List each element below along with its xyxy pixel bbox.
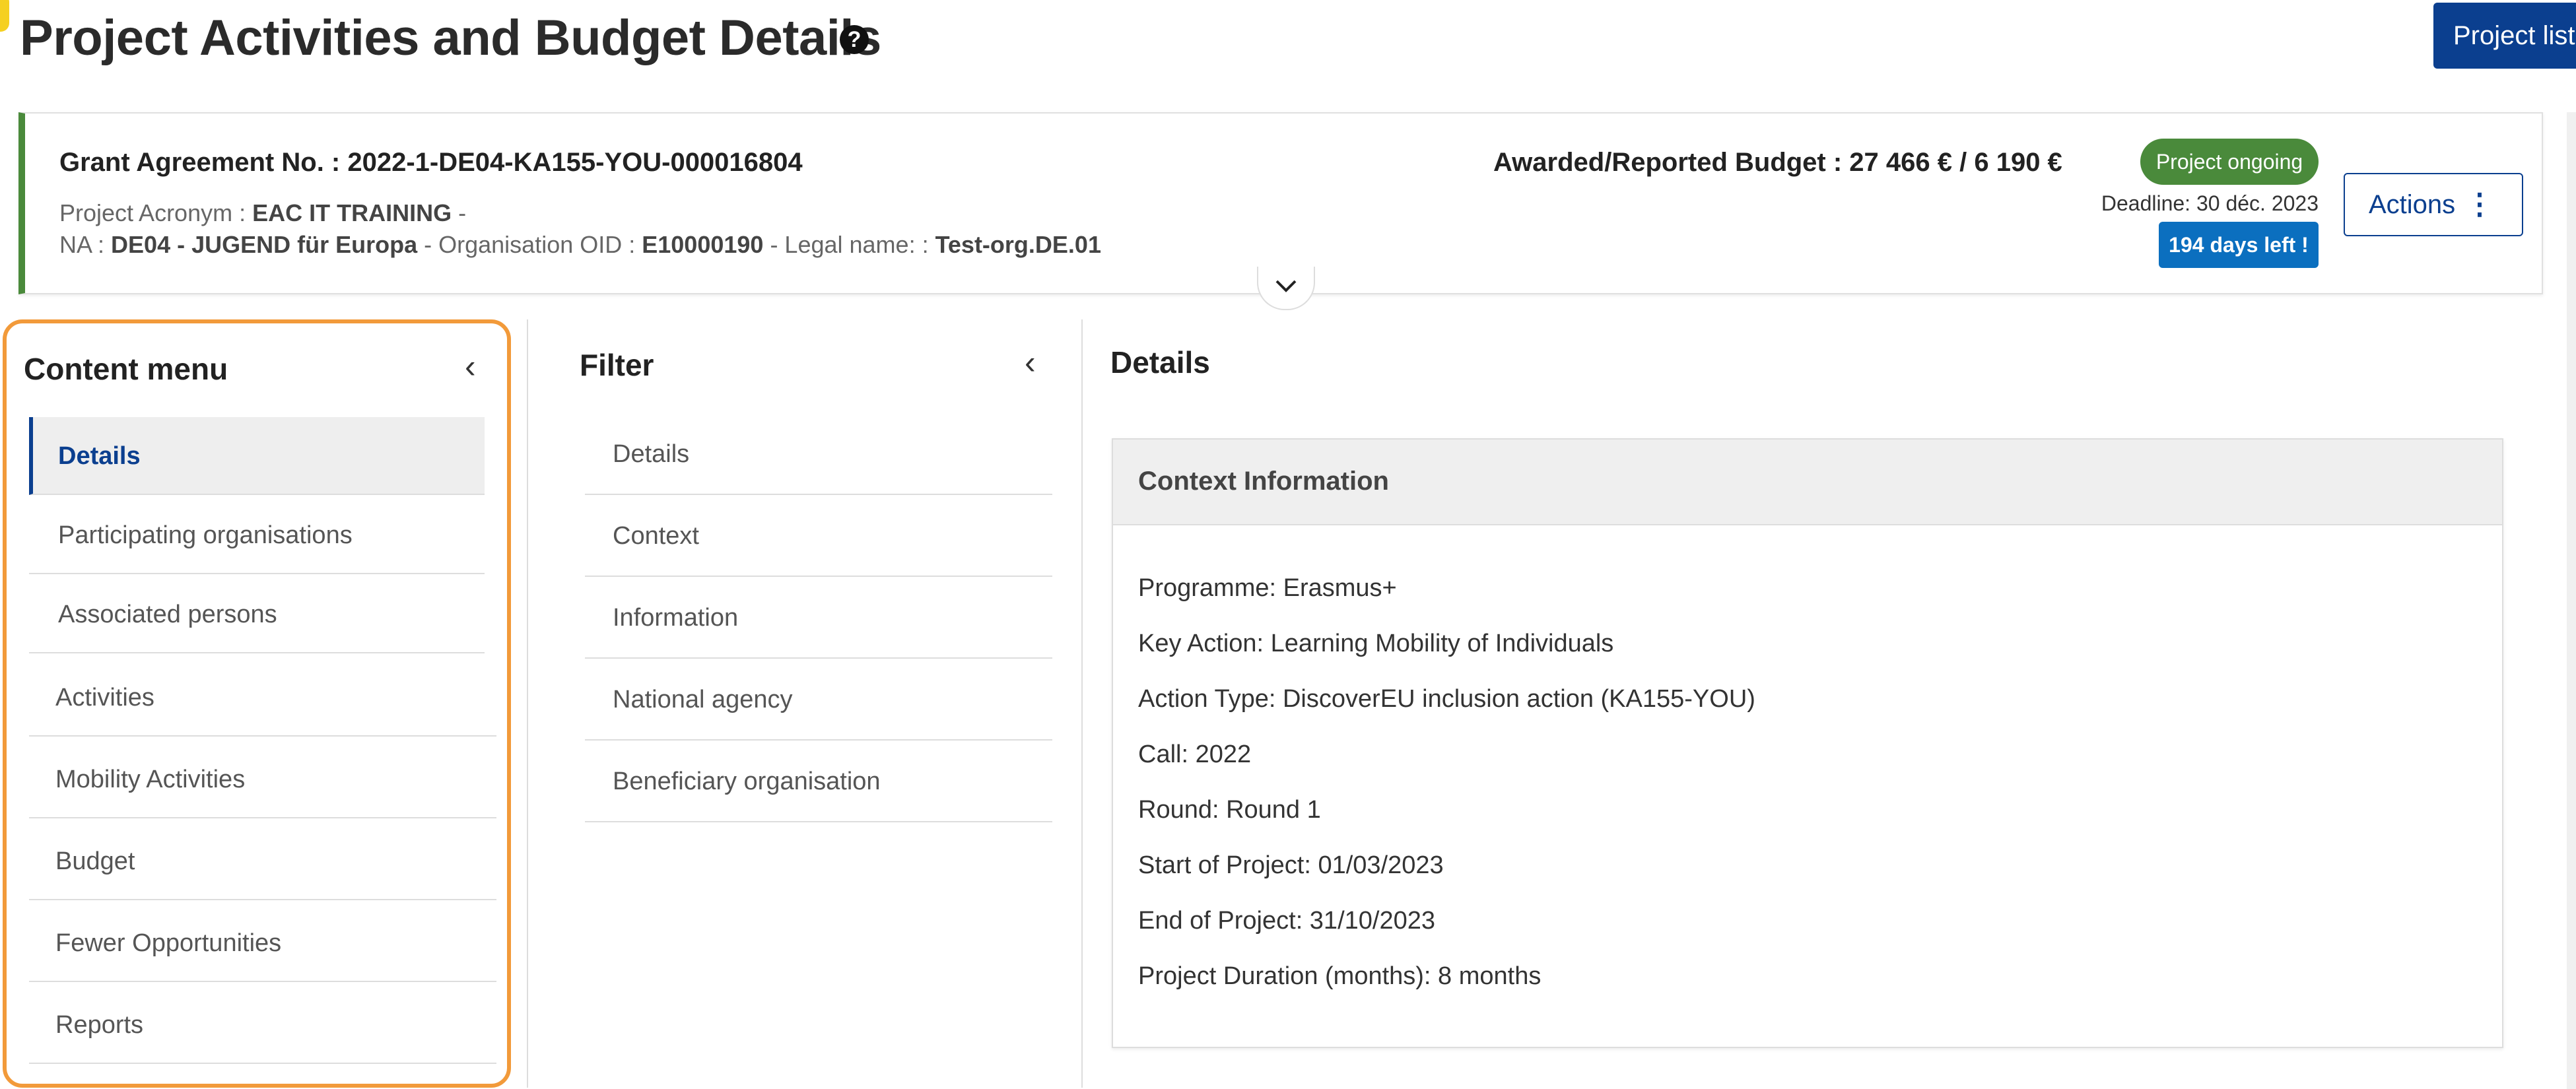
grant-agreement: Grant Agreement No. : 2022-1-DE04-KA155-…: [59, 148, 803, 177]
content-menu: Content menu ‹ Details Participating org…: [3, 319, 511, 1088]
project-list-button[interactable]: Project list: [2433, 3, 2576, 69]
actions-button[interactable]: Actions ⋮: [2344, 173, 2523, 236]
content-menu-title: Content menu: [24, 352, 228, 386]
expand-button[interactable]: [1257, 267, 1315, 310]
context-line: Key Action: Learning Mobility of Individ…: [1138, 630, 1614, 657]
budget-summary: Awarded/Reported Budget : 27 466 € / 6 1…: [1493, 148, 2062, 177]
filter-item-details[interactable]: Details: [585, 413, 1052, 495]
context-line: Call: 2022: [1138, 741, 1252, 768]
national-agency-line: NA : DE04 - JUGEND für Europa - Organisa…: [59, 231, 1101, 258]
menu-item-participating-organisations[interactable]: Participating organisations: [29, 496, 485, 574]
filter-item-beneficiary-organisation[interactable]: Beneficiary organisation: [585, 741, 1052, 822]
context-line: Programme: Erasmus+: [1138, 574, 1397, 602]
context-information-card: Context Information Programme: Erasmus+ …: [1112, 438, 2503, 1048]
context-line: End of Project: 31/10/2023: [1138, 907, 1435, 935]
menu-item-activities[interactable]: Activities: [29, 659, 496, 737]
context-information-header: Context Information: [1113, 440, 2502, 525]
days-left-badge: 194 days left !: [2159, 222, 2319, 268]
filter-panel: Filter ‹ Details Context Information Nat…: [527, 319, 1083, 1088]
context-line: Action Type: DiscoverEU inclusion action…: [1138, 685, 1755, 713]
page-title: Project Activities and Budget Details: [20, 10, 881, 66]
filter-item-information[interactable]: Information: [585, 577, 1052, 659]
yellow-marker: [0, 0, 9, 32]
collapse-content-menu-icon[interactable]: ‹: [465, 347, 476, 385]
context-line: Start of Project: 01/03/2023: [1138, 851, 1444, 879]
chevron-down-icon: [1275, 280, 1297, 292]
details-title: Details: [1110, 345, 1210, 380]
filter-item-national-agency[interactable]: National agency: [585, 659, 1052, 741]
collapse-filter-icon[interactable]: ‹: [1025, 343, 1036, 381]
status-badge: Project ongoing: [2140, 139, 2319, 185]
menu-item-fewer-opportunities[interactable]: Fewer Opportunities: [29, 904, 496, 982]
context-line: Round: Round 1: [1138, 796, 1321, 824]
menu-item-details[interactable]: Details: [29, 417, 485, 495]
help-icon[interactable]: ?: [840, 25, 869, 54]
scrollbar[interactable]: [2567, 112, 2576, 1089]
menu-item-budget[interactable]: Budget: [29, 822, 496, 900]
project-acronym: Project Acronym : EAC IT TRAINING -: [59, 199, 467, 226]
context-line: Project Duration (months): 8 months: [1138, 962, 1542, 990]
deadline: Deadline: 30 déc. 2023: [2101, 191, 2319, 215]
filter-title: Filter: [580, 348, 654, 382]
menu-item-associated-persons[interactable]: Associated persons: [29, 576, 485, 653]
menu-item-reports[interactable]: Reports: [29, 986, 496, 1064]
more-vertical-icon: ⋮: [2465, 188, 2494, 220]
filter-item-context[interactable]: Context: [585, 495, 1052, 577]
menu-item-mobility-activities[interactable]: Mobility Activities: [29, 741, 496, 818]
